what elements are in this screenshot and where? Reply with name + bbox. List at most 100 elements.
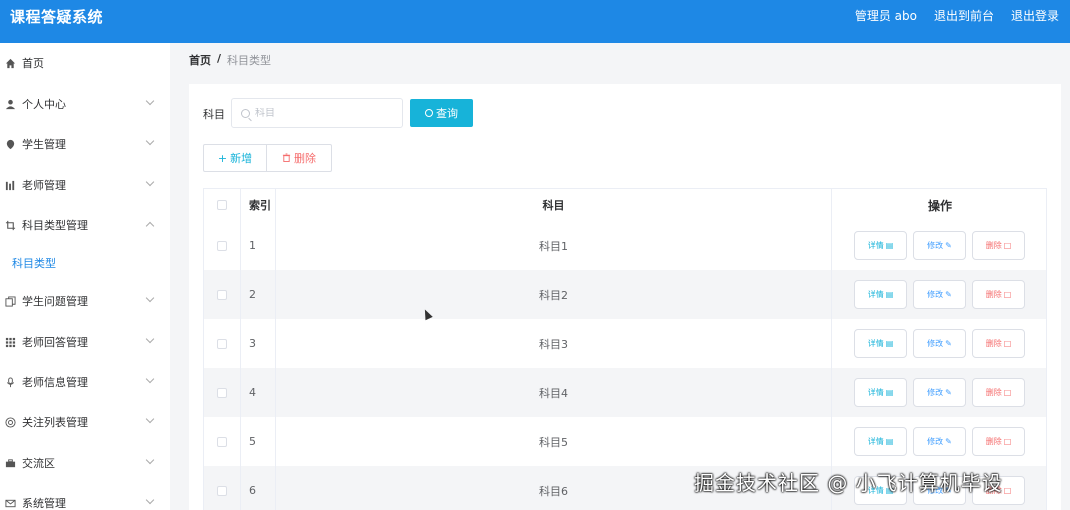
select-all-checkbox[interactable] — [217, 200, 227, 210]
search-label: 科目 — [203, 108, 225, 121]
detail-button-label: 详情 — [867, 241, 884, 250]
query-button-label: 查询 — [436, 107, 458, 120]
table-header-row: 索引 科目 操作 — [204, 189, 1046, 221]
edit-button[interactable]: 修改 ✎ — [913, 378, 966, 407]
sidebar-item-teachers[interactable]: 老师管理 — [0, 165, 170, 205]
table-row: 4 科目4 详情 ▤ 修改 ✎ 删除 □ — [204, 368, 1046, 417]
row-index: 6 — [240, 466, 276, 510]
row-actions: 详情 ▤ 修改 ✎ 删除 □ — [831, 417, 1046, 466]
delete-button[interactable]: 删除 □ — [972, 378, 1025, 407]
sidebar-item-follow-list[interactable]: 关注列表管理 — [0, 402, 170, 442]
search-box[interactable] — [231, 98, 403, 128]
row-index: 1 — [240, 221, 276, 270]
detail-button[interactable]: 详情 ▤ — [854, 231, 907, 260]
top-header: 课程答疑系统 管理员 abo 退出到前台 退出登录 — [0, 0, 1070, 43]
detail-button-label: 详情 — [867, 290, 884, 299]
column-header-index[interactable]: 索引 — [240, 189, 276, 221]
chevron-down-icon — [145, 136, 155, 146]
row-subject: 科目1 — [539, 239, 568, 253]
sidebar-item-label: 个人中心 — [22, 98, 66, 111]
detail-button[interactable]: 详情 ▤ — [854, 329, 907, 358]
sidebar-subitem-subject-type[interactable]: 科目类型 — [0, 245, 170, 281]
detail-button[interactable]: 详情 ▤ — [854, 427, 907, 456]
admin-user-link[interactable]: 管理员 abo — [855, 7, 917, 24]
sidebar: 首页 个人中心 学生管理 老师管理 科目类型管理 科目类型 学生问题管理 老师回… — [0, 43, 170, 510]
edit-button-label: 修改 — [927, 290, 944, 299]
delete-button-label: 删除 — [985, 241, 1002, 250]
row-checkbox-cell — [204, 368, 240, 417]
delete-button-label: 删除 — [985, 388, 1002, 397]
search-icon — [425, 109, 433, 117]
chart-icon — [3, 178, 17, 192]
search-icon — [241, 108, 250, 118]
doc-icon: ▤ — [885, 290, 894, 299]
detail-button-label: 详情 — [867, 437, 884, 446]
watermark: 掘金技术社区 @ 小飞计算机毕设 — [694, 471, 1003, 495]
query-button[interactable]: 查询 — [410, 99, 473, 127]
delete-button[interactable]: 删除 □ — [972, 231, 1025, 260]
plus-icon: + — [217, 151, 228, 165]
chevron-down-icon — [145, 293, 155, 303]
detail-button[interactable]: 详情 ▤ — [854, 280, 907, 309]
edit-button[interactable]: 修改 ✎ — [913, 329, 966, 358]
edit-button-label: 修改 — [927, 388, 944, 397]
pencil-icon: ✎ — [945, 339, 952, 348]
sidebar-item-teacher-answers[interactable]: 老师回答管理 — [0, 322, 170, 362]
trash-icon: □ — [1003, 241, 1012, 250]
column-header-subject[interactable]: 科目 — [276, 189, 831, 221]
back-to-front-link[interactable]: 退出到前台 — [934, 7, 994, 24]
detail-button[interactable]: 详情 ▤ — [854, 378, 907, 407]
breadcrumb-home[interactable]: 首页 — [189, 52, 211, 68]
row-checkbox[interactable] — [217, 338, 227, 349]
sidebar-item-home[interactable]: 首页 — [0, 43, 170, 83]
trash-icon: □ — [1003, 339, 1012, 348]
table-row: 1 科目1 详情 ▤ 修改 ✎ 删除 □ — [204, 221, 1046, 270]
delete-button[interactable]: 删除 □ — [972, 427, 1025, 456]
row-checkbox[interactable] — [217, 436, 227, 447]
edit-button[interactable]: 修改 ✎ — [913, 280, 966, 309]
delete-button[interactable]: 删除 □ — [972, 329, 1025, 358]
sidebar-item-teacher-info[interactable]: 老师信息管理 — [0, 362, 170, 402]
row-index: 5 — [240, 417, 276, 466]
edit-button[interactable]: 修改 ✎ — [913, 231, 966, 260]
delete-button-label: 删除 — [294, 152, 316, 165]
row-checkbox[interactable] — [217, 240, 227, 251]
search-input[interactable] — [255, 107, 395, 119]
row-checkbox[interactable] — [217, 387, 227, 398]
sidebar-item-forum[interactable]: 交流区 — [0, 443, 170, 483]
mic-icon — [3, 375, 17, 389]
row-subject: 科目5 — [539, 435, 568, 449]
main-content: 首页 / 科目类型 科目 查询 + 新增 删除 索引 科目 — [170, 43, 1070, 510]
edit-button[interactable]: 修改 ✎ — [913, 427, 966, 456]
doc-icon: ▤ — [885, 388, 894, 397]
breadcrumb-separator: / — [217, 52, 222, 65]
delete-button-label: 删除 — [985, 290, 1002, 299]
delete-button[interactable]: 删除 □ — [972, 280, 1025, 309]
trash-icon: □ — [1003, 388, 1012, 397]
logout-link[interactable]: 退出登录 — [1011, 7, 1059, 24]
sidebar-item-student-questions[interactable]: 学生问题管理 — [0, 281, 170, 321]
pencil-icon: ✎ — [945, 388, 952, 397]
sidebar-item-system[interactable]: 系统管理 — [0, 483, 170, 510]
row-subject: 科目2 — [539, 288, 568, 302]
row-checkbox-cell — [204, 270, 240, 319]
row-checkbox[interactable] — [217, 289, 227, 300]
location-icon — [3, 137, 17, 151]
sidebar-item-students[interactable]: 学生管理 — [0, 124, 170, 164]
row-checkbox[interactable] — [217, 485, 227, 496]
user-icon — [3, 97, 17, 111]
briefcase-icon — [3, 456, 17, 470]
sidebar-item-label: 交流区 — [22, 457, 55, 470]
delete-button-label: 删除 — [985, 339, 1002, 348]
content-card: 科目 查询 + 新增 删除 索引 科目 操作 1科目1详情▤修改 — [189, 84, 1061, 510]
sidebar-item-label: 首页 — [22, 57, 44, 70]
sidebar-item-subject-types[interactable]: 科目类型管理 — [0, 205, 170, 245]
add-button[interactable]: + 新增 — [203, 144, 267, 172]
add-button-label: 新增 — [230, 152, 253, 165]
chevron-down-icon — [145, 414, 155, 424]
copy-icon — [3, 294, 17, 308]
sidebar-item-profile[interactable]: 个人中心 — [0, 84, 170, 124]
help-icon — [3, 415, 17, 429]
batch-delete-button[interactable]: 删除 — [267, 144, 332, 172]
row-checkbox-cell — [204, 221, 240, 270]
